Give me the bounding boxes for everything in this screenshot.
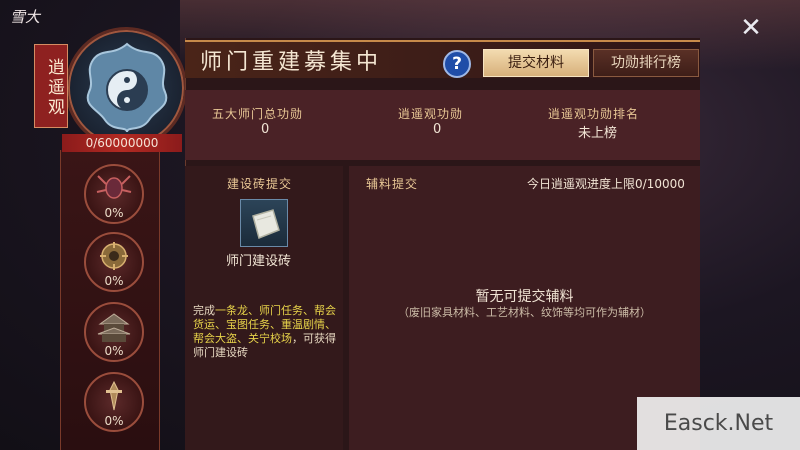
page-title: 师门重建募集中 [200, 50, 383, 75]
sect-emblem[interactable] [65, 27, 187, 149]
sword-statue-icon [106, 380, 122, 411]
medal-percent: 0% [104, 344, 124, 358]
stat-total-merit-value: 0 [261, 122, 270, 137]
brick-item-name: 师门建设砖 [226, 254, 292, 269]
close-icon: ✕ [740, 13, 762, 43]
medal-percent: 0% [104, 206, 124, 220]
medal-pagoda[interactable]: 0% [84, 302, 144, 362]
tab-submit-materials[interactable]: 提交材料 [483, 49, 589, 77]
materials-section-title: 辅料提交 [366, 177, 419, 191]
materials-empty-hint: （废旧家具材料、工艺材料、纹饰等均可作为辅材） [398, 306, 651, 319]
materials-daily-limit: 今日逍遥观进度上限0/10000 [527, 177, 685, 191]
stat-sect-rank-value: 未上榜 [578, 126, 618, 141]
sect-progress-value: 0/60000000 [62, 134, 182, 152]
medal-compass[interactable]: 0% [84, 232, 144, 292]
game-logo: 雪大 [10, 8, 41, 26]
brick-item-slot[interactable] [240, 199, 288, 247]
medal-percent: 0% [104, 274, 124, 288]
stat-sect-merit-value: 0 [433, 122, 442, 137]
stat-total-merit-label: 五大师门总功勋 [212, 107, 304, 121]
watermark: Easck.Net [637, 397, 800, 450]
medal-percent: 0% [104, 414, 124, 428]
sect-name-tag: 逍遥观 [34, 44, 68, 128]
pagoda-building-icon [97, 313, 131, 342]
help-button[interactable]: ? [443, 50, 471, 78]
brick-description: 完成一条龙、师门任务、帮会货运、宝图任务、重温剧情、帮会大盗、关宁校场，可获得师… [193, 304, 343, 360]
spider-demon-icon [96, 175, 132, 199]
compass-artifact-icon [100, 242, 128, 270]
medal-spider-demon[interactable]: 0% [84, 164, 144, 224]
tab-merit-ranking[interactable]: 功勋排行榜 [593, 49, 699, 77]
medal-sword-statue[interactable]: 0% [84, 372, 144, 432]
stat-sect-merit-label: 逍遥观功勋 [398, 107, 464, 121]
desc-prefix: 完成 [193, 304, 215, 317]
materials-empty-message: 暂无可提交辅料 [475, 289, 574, 305]
yin-yang-emblem-icon [86, 42, 168, 133]
close-button[interactable]: ✕ [737, 14, 765, 42]
brick-section-title: 建设砖提交 [227, 177, 293, 191]
brick-icon [252, 209, 280, 240]
stat-sect-rank-label: 逍遥观功勋排名 [548, 107, 640, 121]
